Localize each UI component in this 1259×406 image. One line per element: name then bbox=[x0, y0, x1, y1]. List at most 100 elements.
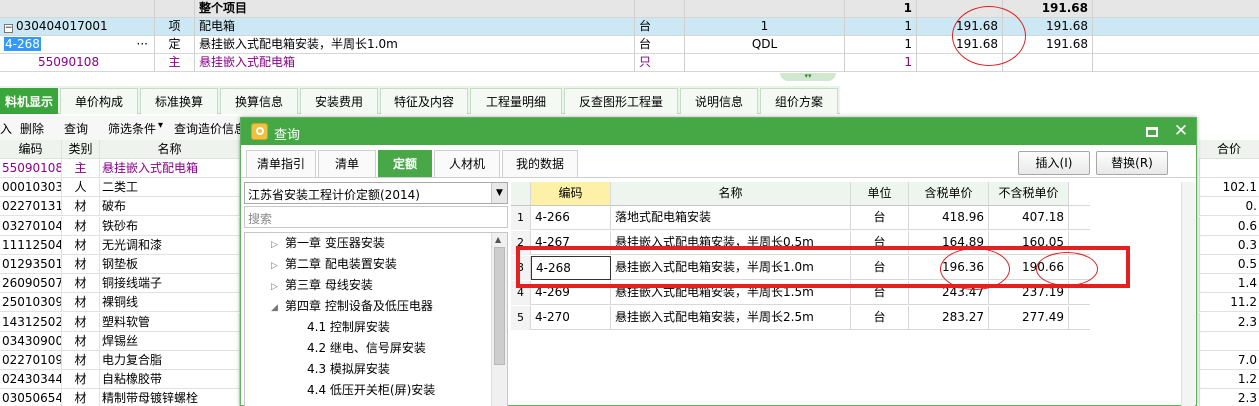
tab-standard-conversion[interactable]: 标准换算 bbox=[140, 88, 218, 114]
tree-node[interactable]: ▷ 第二章 配电装置安装 bbox=[271, 254, 397, 275]
tab-my-data[interactable]: 我的数据 bbox=[502, 150, 578, 177]
table-row[interactable]: 02270131 材破布 bbox=[0, 197, 240, 217]
minimize-icon[interactable] bbox=[1146, 127, 1158, 137]
cell-name: 铜接线端子 bbox=[100, 274, 240, 294]
tab-conversion-info[interactable]: 换算信息 bbox=[220, 88, 298, 114]
row-code[interactable]: 4-268 bbox=[4, 37, 41, 51]
tab-install-fee[interactable]: 安装费用 bbox=[300, 88, 378, 114]
tree-scrollbar[interactable]: ▲ bbox=[491, 233, 507, 406]
tab-quota[interactable]: 定额 bbox=[378, 150, 432, 177]
table-row[interactable]: 1 4-266 落地式配电箱安装台 418.96 407.18 bbox=[511, 206, 1090, 230]
chevron-down-icon[interactable]: ▾ bbox=[158, 120, 163, 131]
cell-cat: 材 bbox=[62, 255, 100, 274]
table-row[interactable]: 4-268 ··· 定 悬挂嵌入式配电箱安装，半周长1.0m 台 QDL 1 19… bbox=[0, 36, 1259, 54]
search-input[interactable]: 搜索 bbox=[244, 206, 508, 228]
amount-cell bbox=[1199, 159, 1259, 178]
header-amount: 合价 bbox=[1199, 140, 1259, 159]
amount-cell: 2.3 bbox=[1199, 312, 1259, 332]
row-type: 定 bbox=[155, 36, 195, 54]
project-header-row[interactable]: 整个项目 1 191.68 bbox=[0, 0, 1259, 18]
grid-header: 编码 类别 名称 bbox=[0, 140, 240, 159]
table-row[interactable]: 11112504 材无光调和漆 bbox=[0, 235, 240, 255]
splitter-handle[interactable]: ▾▾ bbox=[780, 73, 836, 81]
row-qty: 1 bbox=[845, 18, 917, 36]
chevron-down-icon[interactable]: ▼ bbox=[491, 183, 507, 203]
table-row[interactable]: 01293501 材钢垫板 bbox=[0, 255, 240, 274]
header-notax-price[interactable]: 不含税单价 bbox=[989, 182, 1069, 206]
table-row[interactable]: 00010303 人二类工 bbox=[0, 178, 240, 198]
tab-list[interactable]: 清单 bbox=[318, 150, 376, 177]
table-row[interactable]: 03430900 材焊锡丝 bbox=[0, 331, 240, 351]
amount-cell: 11.2 bbox=[1199, 293, 1259, 313]
app-root: { "top_table": { "header_row": {"title":… bbox=[0, 0, 1259, 406]
cell-code: 26090507 bbox=[0, 274, 62, 294]
table-row[interactable]: 55090108 主悬挂嵌入式配电箱 bbox=[0, 159, 240, 178]
tree-node[interactable]: 4.1 控制屏安装 bbox=[307, 317, 390, 338]
tab-pricing-scheme[interactable]: 组价方案 bbox=[760, 88, 838, 114]
collapsed-arrow-icon[interactable]: ▷ bbox=[271, 235, 285, 256]
insert-button[interactable]: 插入(I) bbox=[1018, 151, 1090, 175]
amount-cell: 1.4 bbox=[1199, 274, 1259, 294]
tab-material-display[interactable]: 料机显示 bbox=[0, 88, 58, 114]
project-title: 整个项目 bbox=[195, 0, 635, 18]
expanded-arrow-icon[interactable]: ◢ bbox=[271, 298, 285, 319]
cell-n: 1 bbox=[511, 206, 531, 230]
table-row[interactable]: 02430344 材自粘橡胶带 bbox=[0, 370, 240, 390]
tab-list-guide[interactable]: 清单指引 bbox=[246, 150, 316, 177]
table-row[interactable]: 26090507 材铜接线端子 bbox=[0, 274, 240, 294]
tree-node[interactable]: 4.3 模拟屏安装 bbox=[307, 359, 390, 380]
tree-node-label: 4.1 控制屏安装 bbox=[307, 320, 390, 334]
tree-node-label: 4.4 低压开关柜(屏)安装 bbox=[307, 383, 436, 397]
tab-price-composition[interactable]: 单价构成 bbox=[60, 88, 138, 114]
row-name: 悬挂嵌入式配电箱安装，半周长1.0m bbox=[195, 36, 635, 54]
collapsed-arrow-icon[interactable]: ▷ bbox=[271, 277, 285, 298]
delete-button[interactable]: 删除 bbox=[20, 120, 44, 137]
cell-code: 02270109 bbox=[0, 351, 62, 370]
cell-cat: 材 bbox=[62, 293, 100, 313]
search-placeholder: 搜索 bbox=[248, 212, 273, 226]
tree-node[interactable]: ▷ 第一章 变压器安装 bbox=[271, 233, 385, 254]
tree-node[interactable]: ▷ 第三章 母线安装 bbox=[271, 275, 373, 296]
tree-node[interactable]: 4.2 继电、信号屏安装 bbox=[307, 338, 426, 359]
tab-features[interactable]: 特征及内容 bbox=[380, 88, 468, 114]
dialog-titlebar[interactable]: 查询 ✕ bbox=[241, 118, 1196, 145]
replace-button[interactable]: 替换(R) bbox=[1096, 151, 1168, 175]
price-info-button[interactable]: 查询造价信息 bbox=[174, 120, 240, 137]
insert-button[interactable]: 入 bbox=[0, 120, 12, 137]
header-name[interactable]: 名称 bbox=[611, 182, 851, 206]
table-row[interactable]: 02270109 材电力复合脂 bbox=[0, 351, 240, 370]
table-row[interactable]: −030404017001 项 配电箱 台 1 1 191.68 191.68 bbox=[0, 18, 1259, 36]
query-button[interactable]: 查询 bbox=[64, 120, 88, 137]
toolbar: 入 删除 查询 筛选条件 ▾ 查询造价信息 bbox=[0, 116, 240, 140]
table-row[interactable]: 5 4-270 悬挂嵌入式配电箱安装，半周长2.5m 台 283.27 277.49 bbox=[511, 306, 1090, 330]
dialog-scrollbar[interactable] bbox=[1181, 182, 1195, 406]
quota-library-select[interactable]: 江苏省安装工程计价定额(2014) ▼ bbox=[244, 182, 508, 204]
quota-library-value: 江苏省安装工程计价定额(2014) bbox=[248, 188, 420, 202]
dialog-tabs: 清单指引 清单 定额 人材机 我的数据 插入(I) 替换(R) bbox=[241, 148, 1196, 178]
tab-description[interactable]: 说明信息 bbox=[680, 88, 758, 114]
cell-cat: 主 bbox=[62, 159, 100, 178]
collapse-icon[interactable]: − bbox=[4, 24, 13, 33]
tab-labor-material[interactable]: 人材机 bbox=[434, 150, 500, 177]
header-code[interactable]: 编码 bbox=[531, 182, 611, 206]
row-unit: 台 bbox=[635, 36, 685, 54]
tree-node[interactable]: 4.4 低压开关柜(屏)安装 bbox=[307, 380, 435, 401]
collapsed-arrow-icon[interactable]: ▷ bbox=[271, 256, 285, 277]
cell-code: 03430900 bbox=[0, 331, 62, 351]
header-unit[interactable]: 单位 bbox=[851, 182, 909, 206]
header-tax-price[interactable]: 含税单价 bbox=[909, 182, 989, 206]
table-row[interactable]: 25010309 材裸铜线 bbox=[0, 293, 240, 313]
table-row[interactable]: 55090108 主 悬挂嵌入式配电箱 只 1 bbox=[0, 54, 1259, 72]
close-icon[interactable]: ✕ bbox=[1171, 120, 1191, 142]
row-type: 项 bbox=[155, 18, 195, 36]
tab-quantity-detail[interactable]: 工程量明细 bbox=[470, 88, 562, 114]
table-row[interactable]: 03270104 材铁砂布 bbox=[0, 216, 240, 236]
ellipsis-button[interactable]: ··· bbox=[137, 36, 148, 53]
scrollbar-thumb[interactable] bbox=[494, 247, 505, 365]
table-row[interactable]: 03050654 材精制带母镀锌螺栓 bbox=[0, 389, 240, 406]
table-row[interactable]: 14312502 材塑料软管 bbox=[0, 312, 240, 332]
filter-button[interactable]: 筛选条件 bbox=[108, 120, 156, 137]
tree-node[interactable]: ◢ 第四章 控制设备及低压电器 bbox=[271, 296, 433, 317]
cell-name: 落地式配电箱安装 bbox=[611, 206, 851, 230]
tab-graphic-quantity[interactable]: 反查图形工程量 bbox=[564, 88, 678, 114]
